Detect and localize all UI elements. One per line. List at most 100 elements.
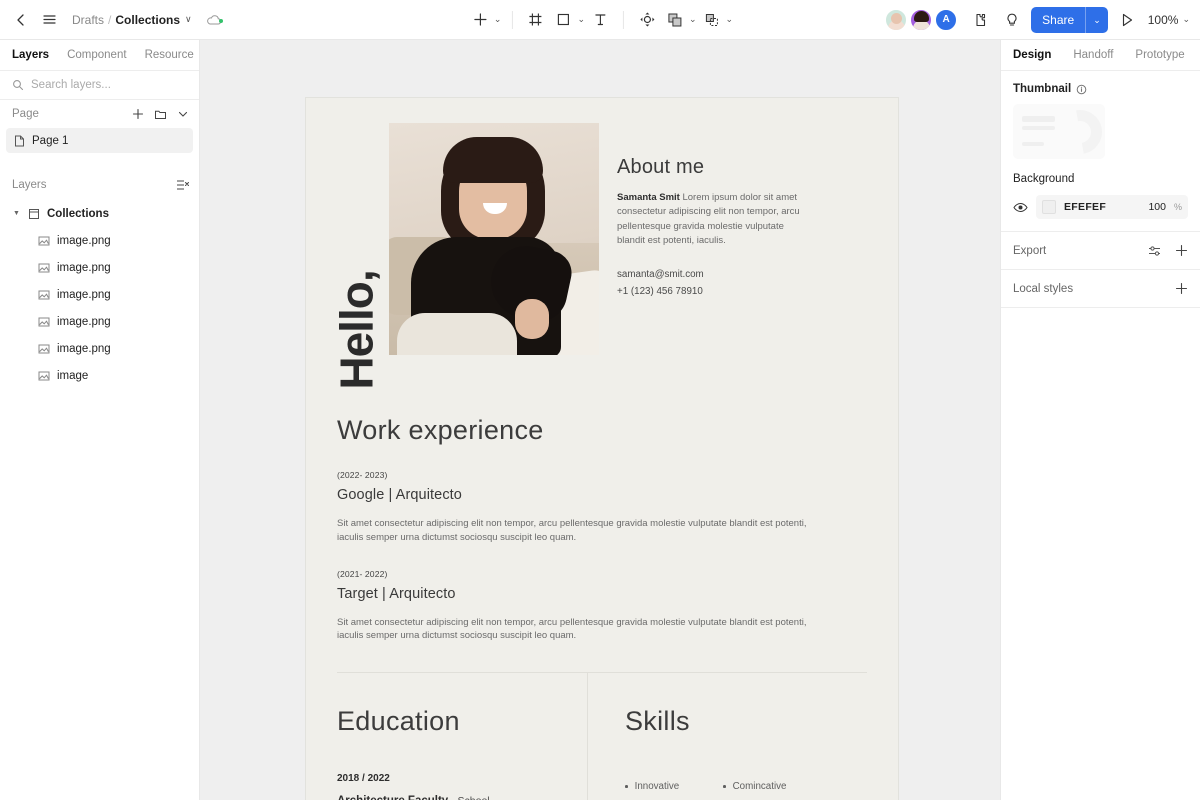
mask-tool[interactable]: ⌄: [699, 7, 734, 33]
mask-tool-chevron-down-icon[interactable]: ⌄: [726, 14, 734, 25]
add-tool[interactable]: ⌄: [467, 7, 502, 33]
collapse-pages-chevron-icon[interactable]: [177, 108, 189, 120]
share-chevron-down-icon[interactable]: ⌄: [1085, 6, 1108, 33]
add-tool-chevron-down-icon[interactable]: ⌄: [494, 14, 502, 25]
local-styles-actions: [1175, 282, 1188, 295]
shape-tool-chevron-down-icon[interactable]: ⌄: [577, 14, 585, 25]
left-sidebar: Layers Component Resource Search layers.…: [0, 40, 200, 800]
plus-icon[interactable]: [467, 7, 493, 33]
bullet-icon: [625, 785, 628, 788]
breadcrumb-file-name[interactable]: Collections: [115, 13, 180, 27]
avatar[interactable]: A: [935, 8, 958, 31]
resume-artboard[interactable]: Hello, About me Samanta Smit Lorem ipsum…: [305, 97, 899, 800]
layer-row[interactable]: image.png: [0, 254, 199, 281]
skills-grid: Innovative Comincative Organized Cartoon…: [625, 781, 898, 800]
plugin-icon[interactable]: [967, 7, 993, 33]
job-description: Sit amet consectetur adipiscing elit non…: [337, 518, 807, 543]
expand-triangle-icon[interactable]: ▼: [12, 210, 21, 217]
layer-row[interactable]: ▼ Collections: [0, 200, 199, 227]
skills-section: Skills Innovative Comincative Organized …: [588, 673, 898, 800]
tab-component[interactable]: Component: [67, 49, 126, 61]
zoom-level-control[interactable]: 100% ⌄: [1146, 13, 1190, 27]
contact-email: samanta@smit.com: [617, 269, 704, 280]
tab-design[interactable]: Design: [1013, 49, 1051, 61]
background-color-field[interactable]: EFEFEF 100 %: [1036, 195, 1188, 219]
share-button-label[interactable]: Share: [1031, 7, 1085, 33]
skill-label: Innovative: [634, 781, 680, 793]
tab-prototype[interactable]: Prototype: [1135, 49, 1184, 61]
eye-icon[interactable]: [1013, 202, 1028, 213]
contact-block: samanta@smit.com +1 (123) 456 78910: [617, 266, 807, 300]
job-entry: (2021- 2022) Target | Arquitecto Sit ame…: [337, 569, 867, 644]
move-tool[interactable]: [634, 7, 660, 33]
mask-icon[interactable]: [699, 7, 725, 33]
tab-layers[interactable]: Layers: [12, 49, 49, 61]
search-input-placeholder[interactable]: Search layers...: [31, 79, 111, 91]
zoom-chevron-down-icon[interactable]: ⌄: [1182, 14, 1190, 25]
square-icon[interactable]: [550, 7, 576, 33]
layer-row[interactable]: image.png: [0, 308, 199, 335]
layer-label: image.png: [57, 261, 111, 274]
about-me-block: About me Samanta Smit Lorem ipsum dolor …: [599, 123, 807, 355]
export-label: Export: [1013, 244, 1047, 257]
search-icon: [12, 79, 24, 91]
share-button[interactable]: Share ⌄: [1031, 6, 1108, 33]
layer-row[interactable]: image.png: [0, 335, 199, 362]
education-skills-row: Education 2018 / 2022 Architecture Facul…: [306, 673, 898, 800]
local-styles-add-plus-icon[interactable]: [1175, 282, 1188, 295]
layer-label: Collections: [47, 207, 109, 220]
education-entry: 2018 / 2022 Architecture Faculty - Schoo…: [337, 773, 587, 800]
breadcrumb-drafts[interactable]: Drafts: [72, 13, 104, 27]
photo-hand: [515, 299, 549, 339]
export-add-plus-icon[interactable]: [1175, 244, 1188, 257]
shape-tool[interactable]: ⌄: [550, 7, 585, 33]
collapse-layers-icon[interactable]: [176, 179, 189, 191]
hamburger-menu-icon[interactable]: [36, 7, 62, 33]
cloud-status-dot: [218, 18, 223, 23]
job-years: (2021- 2022): [337, 568, 388, 579]
design-canvas[interactable]: Hello, About me Samanta Smit Lorem ipsum…: [200, 40, 1000, 800]
layer-row[interactable]: image.png: [0, 281, 199, 308]
local-styles-section[interactable]: Local styles: [1001, 270, 1200, 308]
chevron-down-icon[interactable]: ∨: [185, 14, 192, 25]
tab-handoff[interactable]: Handoff: [1073, 49, 1113, 61]
text-tool[interactable]: [587, 7, 613, 33]
job-years: (2022- 2023): [337, 470, 388, 480]
about-me-title: About me: [617, 156, 705, 178]
new-folder-icon[interactable]: [154, 108, 167, 120]
tab-resource[interactable]: Resource: [145, 49, 194, 61]
about-me-bio: Samanta Smit Lorem ipsum dolor sit amet …: [617, 191, 807, 248]
search-layers-field[interactable]: Search layers...: [0, 71, 199, 100]
page-item-page-1[interactable]: Page 1: [6, 128, 193, 153]
boolean-tool-chevron-down-icon[interactable]: ⌄: [689, 14, 697, 25]
layer-label: image.png: [57, 234, 111, 247]
info-icon[interactable]: [1076, 84, 1087, 95]
boolean-tool[interactable]: ⌄: [662, 7, 697, 33]
avatar[interactable]: [885, 8, 908, 31]
avatar[interactable]: [910, 8, 933, 31]
lightbulb-icon[interactable]: [999, 7, 1025, 33]
add-page-icon[interactable]: [132, 108, 144, 120]
union-icon[interactable]: [662, 7, 688, 33]
background-opacity-value[interactable]: 100: [1148, 201, 1166, 213]
image-icon: [38, 289, 50, 301]
export-section[interactable]: Export: [1001, 232, 1200, 270]
layer-row[interactable]: image: [0, 362, 199, 389]
page-section-label: Page: [12, 108, 39, 120]
sliders-icon[interactable]: [1148, 245, 1162, 257]
color-swatch[interactable]: [1042, 200, 1056, 214]
background-color-row: EFEFEF 100 %: [1013, 195, 1188, 219]
education-section: Education 2018 / 2022 Architecture Facul…: [306, 673, 587, 800]
back-button[interactable]: [8, 7, 34, 33]
frame-tool[interactable]: [522, 7, 548, 33]
export-actions: [1148, 244, 1188, 257]
background-hex-value[interactable]: EFEFEF: [1064, 201, 1106, 213]
toolbar-divider-1: [511, 10, 513, 29]
bullet-icon: [723, 785, 726, 788]
page-section-actions: [132, 108, 189, 120]
page-item-label: Page 1: [32, 134, 69, 147]
play-present-icon[interactable]: [1114, 7, 1140, 33]
thumbnail-preview[interactable]: [1013, 104, 1105, 159]
layer-row[interactable]: image.png: [0, 227, 199, 254]
image-icon: [38, 316, 50, 328]
